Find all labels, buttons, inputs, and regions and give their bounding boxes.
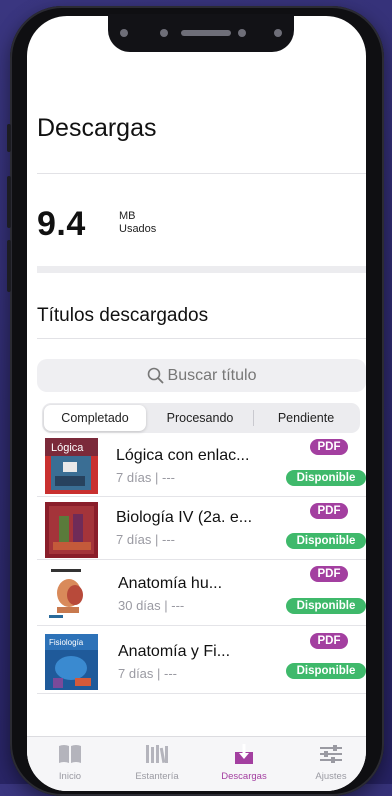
storage-label: Usados [119,223,157,235]
side-button [7,124,11,152]
download-icon [235,744,253,764]
tab-label: Inicio [58,771,82,782]
status-badge: Disponible [286,470,366,486]
storage-unit: MB [119,210,136,222]
svg-text:Fisiología: Fisiología [49,638,84,647]
tab-label: Descargas [221,771,267,782]
side-button [7,176,11,228]
book-meta: 7 días | --- [118,666,178,681]
downloads-page: Descargas 9.4 MB Usados Títulos descarga… [27,16,366,791]
list-item[interactable]: Biología IV (2a. e... 7 días | --- PDF D… [37,497,366,560]
camera-dot [274,29,282,37]
section-title: Títulos descargados [37,305,209,326]
format-badge: PDF [310,439,348,455]
format-badge: PDF [310,566,348,582]
tab-label: Estantería [135,771,179,782]
speaker-grill [181,30,231,36]
sensor-dot [238,29,246,37]
book-title: Anatomía hu... [118,575,223,592]
tab-descargas[interactable]: Descargas [209,743,279,782]
tab-estanteria[interactable]: Estantería [122,743,192,782]
list-item[interactable]: Anatomía hu... 30 días | --- PDF Disponi… [37,560,366,626]
app-screen: Descargas 9.4 MB Usados Títulos descarga… [27,16,366,791]
sliders-icon [320,745,342,763]
book-cover-image [45,502,98,558]
book-cover-image: Lógica [45,438,98,494]
bookshelf-icon [146,745,168,764]
book-cover-image: Fisiología [45,634,98,690]
book-title: Biología IV (2a. e... [116,509,253,526]
search-input[interactable]: Buscar título [37,359,366,392]
search-placeholder: Buscar título [167,366,257,384]
book-cover-image [45,565,98,621]
svg-text:Lógica: Lógica [51,442,84,454]
page-title: Descargas [37,114,157,142]
tab-inicio[interactable]: Inicio [35,743,105,782]
list-item[interactable]: Lógica Lógica con enlac... 7 días | --- … [37,437,366,497]
row-divider [37,693,366,694]
storage-used-value: 9.4 [37,205,86,243]
camera-dot [120,29,128,37]
book-meta: 7 días | --- [116,470,176,485]
section-separator [37,266,366,273]
side-button [7,240,11,292]
segment-pendiente[interactable]: Pendiente [254,405,358,431]
book-title: Lógica con enlac... [116,447,250,464]
divider [37,338,366,339]
format-badge: PDF [310,503,348,519]
divider [37,173,366,174]
book-meta: 30 días | --- [118,598,185,613]
sensor-dot [160,29,168,37]
list-item[interactable]: Fisiología Anatomía y Fi... 7 días | ---… [37,626,366,694]
status-badge: Disponible [286,663,366,679]
format-badge: PDF [310,633,348,649]
status-badge: Disponible [286,533,366,549]
camera-notch [108,14,294,52]
book-meta: 7 días | --- [116,532,176,547]
status-segmented-control: Completado Procesando Pendiente [42,403,360,433]
book-title: Anatomía y Fi... [118,643,231,660]
segment-procesando[interactable]: Procesando [148,405,252,431]
tab-label: Ajustes [315,771,347,782]
storage-used-label: MB Usados [119,210,156,236]
segment-completado[interactable]: Completado [44,405,146,431]
search-icon [147,367,163,384]
status-badge: Disponible [286,598,366,614]
book-open-icon [59,745,81,763]
tab-ajustes[interactable]: Ajustes [296,743,366,782]
tab-bar: Inicio Estantería Descargas Ajustes [27,736,366,791]
